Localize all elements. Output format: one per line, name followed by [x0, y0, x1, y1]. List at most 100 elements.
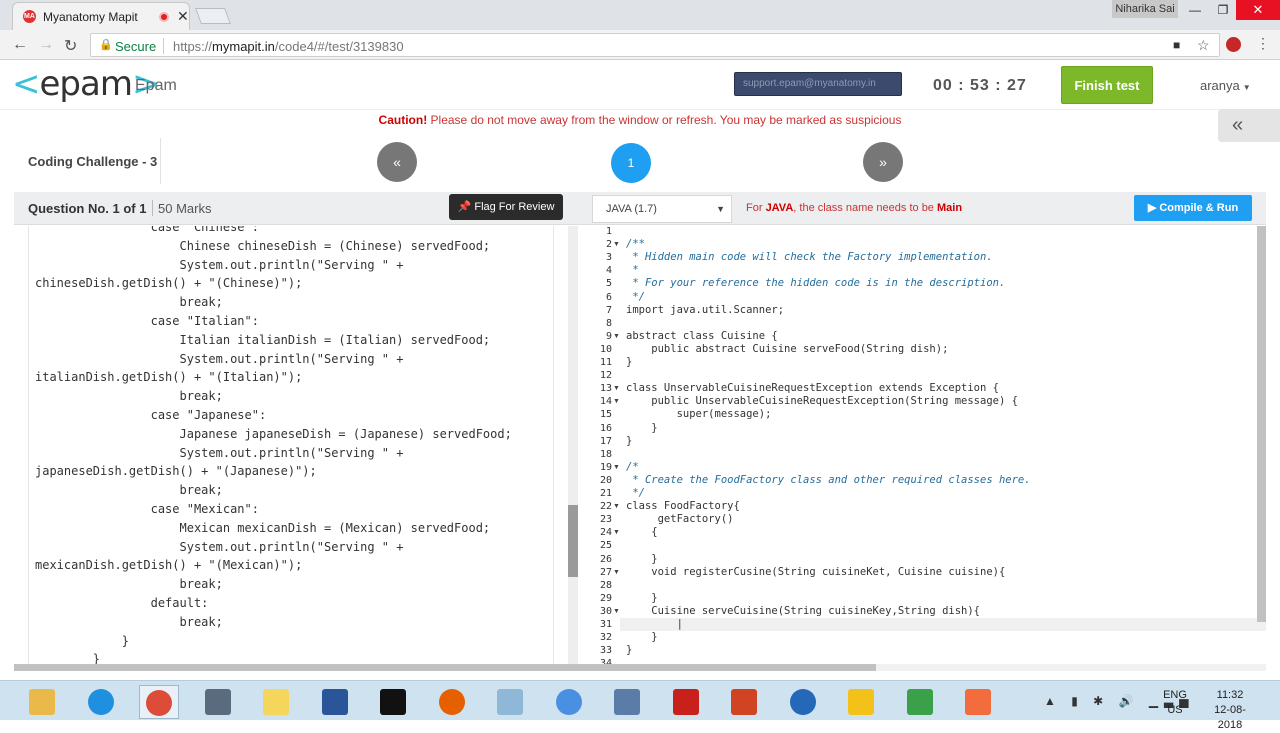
url-separator	[163, 38, 164, 54]
system-clock[interactable]: 11:32 12-08-2018	[1202, 688, 1258, 733]
question-description-pane[interactable]: case "Chinese": Chinese chineseDish = (C…	[28, 226, 554, 664]
note-lang: JAVA	[765, 202, 794, 214]
code-line: *	[626, 264, 639, 277]
taskbar-powerpoint-button[interactable]	[724, 685, 764, 719]
code-line: */	[626, 290, 645, 303]
code-line: class UnservableCuisineRequestException …	[626, 382, 999, 395]
new-tab-button[interactable]	[195, 8, 231, 24]
taskbar-cmd-button[interactable]	[373, 685, 413, 719]
finish-test-button[interactable]: Finish test	[1061, 66, 1153, 104]
taskbar-chrome-button[interactable]	[139, 685, 179, 719]
fold-arrow-icon[interactable]: ▼	[613, 464, 620, 471]
challenge-title: Coding Challenge - 3	[28, 154, 158, 169]
collapse-panel-button[interactable]: «	[1218, 109, 1280, 142]
fold-arrow-icon[interactable]: ▼	[613, 529, 620, 536]
code-line: {	[626, 526, 658, 539]
acrobat-icon	[672, 689, 699, 715]
double-chevron-left-icon: «	[1232, 114, 1244, 136]
code-line: class FoodFactory{	[626, 500, 740, 513]
fold-arrow-icon[interactable]: ▼	[613, 569, 620, 576]
line-number: 30	[599, 605, 612, 617]
flag-for-review-button[interactable]: 📌 Flag For Review	[449, 194, 563, 220]
pane-splitter[interactable]	[568, 226, 578, 664]
tab-title: Myanatomy Mapit	[43, 10, 138, 24]
splitter-scroll-thumb[interactable]	[568, 505, 578, 577]
python-icon	[848, 689, 874, 715]
back-icon[interactable]: ←	[12, 36, 28, 54]
taskbar-screen-recorder-button[interactable]	[958, 685, 998, 719]
window-close-icon[interactable]: ✕	[1236, 0, 1280, 20]
taskbar-notepad-button[interactable]	[490, 685, 530, 719]
code-line: Cuisine serveCuisine(String cuisineKey,S…	[626, 604, 981, 617]
taskbar-acrobat-button[interactable]	[666, 685, 706, 719]
address-toolbar: ← → ↻ 🔒 Secure https://mymapit.in/code4/…	[0, 30, 1280, 60]
fold-arrow-icon[interactable]: ▼	[613, 333, 620, 340]
line-number: 17	[599, 435, 612, 447]
fold-arrow-icon[interactable]: ▼	[613, 385, 620, 392]
line-number: 11	[599, 357, 612, 368]
taskbar-network-button[interactable]	[607, 685, 647, 719]
code-line: * Hidden main code will check the Factor…	[626, 251, 993, 264]
url-bar[interactable]: 🔒 Secure https://mymapit.in/code4/#/test…	[90, 33, 1220, 57]
clock-date: 12-08-2018	[1214, 704, 1246, 731]
current-question-indicator[interactable]: 1	[611, 143, 651, 183]
previous-question-button[interactable]: «	[377, 142, 417, 182]
lang-label: ENG	[1163, 689, 1187, 701]
fold-arrow-icon[interactable]: ▼	[613, 398, 620, 405]
editor-vertical-scrollbar[interactable]	[1257, 226, 1266, 622]
line-number: 5	[605, 278, 612, 290]
class-name-note: For JAVA, the class name needs to be Mai…	[746, 202, 962, 214]
next-question-button[interactable]: »	[863, 142, 903, 182]
input-language[interactable]: ENG US	[1160, 688, 1190, 718]
editor-toolbar: JAVA (1.7) ▼ For JAVA, the class name nee…	[580, 192, 1266, 225]
taskbar-chrome-canary-button[interactable]	[549, 685, 589, 719]
taskbar-internet-explorer-button[interactable]	[81, 685, 121, 719]
code-line: */	[626, 487, 645, 499]
line-number: 27	[599, 566, 612, 578]
taskbar-firefox-button[interactable]	[432, 685, 472, 719]
forward-icon[interactable]: →	[38, 36, 54, 54]
url-text[interactable]: https://mymapit.in/code4/#/test/3139830	[173, 39, 404, 54]
taskbar-r-button[interactable]	[783, 685, 823, 719]
code-editor[interactable]: 1 2 ▼ 3 4 5 6 7 8 9 ▼ 10 11 12 13 ▼ 14 ▼ 15 16 17 18 19 ▼ 20 21 22…	[580, 226, 1266, 664]
fold-arrow-icon[interactable]: ▼	[613, 241, 620, 248]
taskbar-python-button[interactable]	[841, 685, 881, 719]
caution-message: Caution! Please do not move away from th…	[0, 113, 1280, 127]
chrome-icon	[146, 690, 172, 716]
recording-icon	[159, 12, 169, 22]
browser-tab[interactable]: MA Myanatomy Mapit ✕	[12, 2, 190, 30]
line-number: 2	[605, 239, 612, 251]
question-code-snippet: case "Chinese": Chinese chineseDish = (C…	[35, 226, 512, 664]
taskbar-sql-button[interactable]	[198, 685, 238, 719]
taskbar-winrar-button[interactable]	[900, 685, 940, 719]
minimize-icon[interactable]: —	[1180, 0, 1210, 20]
bookmark-star-icon[interactable]: ☆	[1197, 37, 1210, 54]
camera-icon[interactable]: ■	[1173, 38, 1180, 52]
support-email[interactable]: support.epam@myanatomy.in	[734, 72, 902, 96]
line-number: 23	[599, 514, 612, 526]
taskbar-word-button[interactable]	[315, 685, 355, 719]
fold-arrow-icon[interactable]: ▼	[613, 608, 620, 615]
test-timer: 00 : 53 : 27	[933, 77, 1027, 94]
code-line: }	[626, 591, 658, 604]
line-number: 33	[599, 645, 612, 657]
language-select[interactable]: JAVA (1.7) ▼	[592, 195, 732, 223]
editor-gutter: 1 2 ▼ 3 4 5 6 7 8 9 ▼ 10 11 12 13 ▼ 14 ▼ 15 16 17 18 19 ▼ 20 21 22…	[580, 226, 620, 664]
line-number: 31	[599, 619, 612, 630]
adblock-extension-icon[interactable]	[1226, 37, 1241, 52]
restore-icon[interactable]: ❐	[1208, 0, 1238, 20]
url-path: /code4/#/test/3139830	[274, 39, 404, 54]
compile-run-button[interactable]: ▶ Compile & Run	[1134, 195, 1252, 221]
taskbar-file-explorer-button[interactable]	[22, 685, 62, 719]
reload-icon[interactable]: ↻	[64, 36, 77, 56]
close-tab-icon[interactable]: ✕	[177, 8, 189, 25]
fold-arrow-icon[interactable]: ▼	[613, 503, 620, 510]
taskbar-sticky-notes-button[interactable]	[256, 685, 296, 719]
user-menu[interactable]: aranya ▼	[1200, 78, 1251, 93]
horizontal-scrollbar-thumb[interactable]	[14, 664, 876, 671]
winrar-icon	[906, 689, 933, 715]
code-line: public UnservableCuisineRequestException…	[626, 395, 1018, 408]
menu-icon[interactable]: ⋮	[1256, 35, 1270, 52]
question-bar: Question No. 1 of 1 50 Marks 📌 Flag For …	[14, 192, 580, 225]
firefox-icon	[438, 689, 465, 715]
